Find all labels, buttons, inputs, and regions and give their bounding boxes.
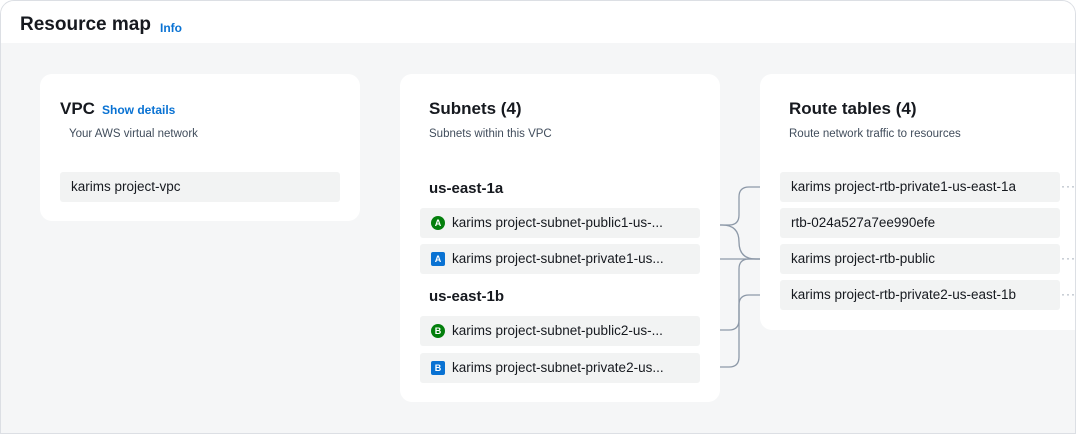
vpc-card: VPC Show details Your AWS virtual networ… [40,74,360,221]
subnet-label: karims project-subnet-private2-us... [452,360,664,375]
subnet-item[interactable]: B karims project-subnet-private2-us... [420,353,700,383]
route-table-item[interactable]: rtb-024a527a7ee990efe [780,208,1060,238]
route-table-item[interactable]: karims project-rtb-private1-us-east-1a [780,172,1060,202]
subnet-item[interactable]: A karims project-subnet-private1-us... [420,244,700,274]
public-subnet-badge-icon: A [431,216,445,230]
public-subnet-badge-icon: B [431,324,445,338]
route-table-label: karims project-rtb-private1-us-east-1a [791,179,1017,194]
show-details-link[interactable]: Show details [102,103,175,117]
az-label-us-east-1a: us-east-1a [429,180,504,197]
route-table-item[interactable]: karims project-rtb-private2-us-east-1b [780,280,1060,310]
route-tables-subtitle: Route network traffic to resources [789,128,961,140]
resource-map-panel: Resource map Info VPC Show details Your … [0,0,1076,434]
subnets-card: Subnets (4) Subnets within this VPC us-e… [400,74,720,402]
private-subnet-badge-icon: B [431,361,445,375]
route-table-label: rtb-024a527a7ee990efe [791,215,936,230]
route-table-item[interactable]: karims project-rtb-public [780,244,1060,274]
route-table-label: karims project-rtb-private2-us-east-1b [791,287,1017,302]
az-label-us-east-1b: us-east-1b [429,288,505,305]
route-tables-title: Route tables (4) [789,99,917,118]
vpc-item-label: karims project-vpc [71,179,181,194]
subnets-subtitle: Subnets within this VPC [429,128,552,140]
subnet-label: karims project-subnet-private1-us... [452,251,664,266]
outgoing-connector-dots: ···· [1061,287,1076,301]
route-table-label: karims project-rtb-public [791,251,936,266]
subnet-item[interactable]: A karims project-subnet-public1-us-... [420,208,700,238]
outgoing-connector-dots: ···· [1061,179,1076,193]
subnet-label: karims project-subnet-public2-us-... [452,323,663,338]
vpc-subtitle: Your AWS virtual network [69,128,198,140]
vpc-item[interactable]: karims project-vpc [60,172,340,202]
route-tables-card: Route tables (4) Route network traffic t… [760,74,1075,330]
vpc-title: VPC [60,99,95,118]
subnet-label: karims project-subnet-public1-us-... [452,215,663,230]
outgoing-connector-dots: ···· [1061,251,1076,265]
subnet-item[interactable]: B karims project-subnet-public2-us-... [420,316,700,346]
subnets-title: Subnets (4) [429,99,522,118]
private-subnet-badge-icon: A [431,252,445,266]
